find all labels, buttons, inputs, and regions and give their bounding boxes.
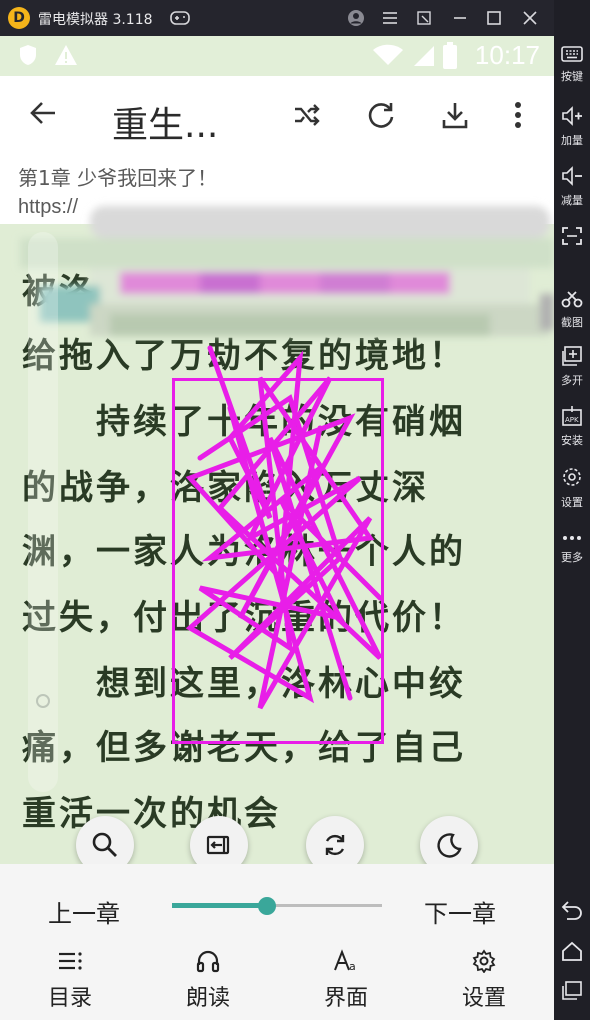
back-icon (561, 901, 582, 920)
moon-icon (437, 833, 462, 858)
status-bar: 10:17 (0, 36, 554, 76)
settings-icon (563, 468, 581, 486)
progress-slider-fill (172, 903, 267, 908)
home-icon (562, 941, 582, 961)
menu-label: 设置 (461, 986, 506, 1011)
shuffle-icon (295, 104, 320, 126)
fullscreen-icon (562, 227, 582, 245)
scrawl-scribble (185, 345, 383, 710)
emulator-logo: D (8, 7, 30, 29)
apk-icon: APK (562, 406, 582, 426)
download-icon (442, 103, 468, 129)
menu-label: 朗读 (185, 986, 230, 1011)
sidebar-settings[interactable]: 设置 (554, 466, 590, 510)
status-time: 10:17 (474, 40, 540, 70)
sidebar-install-apk[interactable]: APK 安装 (554, 406, 590, 448)
app-bar (0, 76, 554, 158)
close-icon[interactable] (520, 8, 540, 28)
refresh-icon (368, 103, 394, 128)
keyboard-icon (561, 46, 583, 62)
sidebar-multi-instance[interactable]: 多开 (554, 346, 590, 388)
exit-icon (206, 835, 230, 855)
shield-icon (20, 45, 36, 65)
more-vert-icon (515, 102, 521, 128)
menu-contents[interactable]: 目录 (30, 946, 110, 1012)
menu-settings[interactable]: 设置 (444, 946, 524, 1012)
sidebar-volume-up[interactable]: 加量 (554, 106, 590, 148)
more-icon (563, 536, 581, 540)
sidebar-label: 更多 (561, 551, 583, 564)
scroll-handle-knob (36, 694, 50, 708)
multi-instance-icon (562, 346, 582, 366)
sidebar-label: 按键 (561, 70, 583, 83)
svg-text:a: a (349, 960, 356, 973)
prev-chapter-button[interactable]: 上一章 (48, 894, 120, 929)
signal-icon (414, 46, 434, 66)
menu-interface[interactable]: a 界面 (306, 946, 386, 1012)
restore-icon[interactable] (414, 8, 434, 28)
gear-icon (472, 949, 496, 973)
sidebar-label: 截图 (561, 316, 583, 329)
progress-slider-thumb[interactable] (258, 897, 276, 915)
menu-label: 界面 (323, 986, 368, 1011)
android-home-button[interactable] (554, 940, 590, 966)
volume-down-icon (562, 166, 582, 186)
sidebar-volume-down[interactable]: 减量 (554, 166, 590, 208)
book-title: 重生... (112, 105, 219, 146)
android-screen: 10:17 重生... 第1章 少爷我回来了！ https:// 被洛 给拖入了… (0, 36, 554, 1020)
emulator-titlebar: D 雷电模拟器 3.118 (0, 0, 590, 36)
volume-up-icon (562, 106, 582, 126)
recents-icon (562, 981, 582, 1000)
scroll-handle[interactable] (28, 232, 58, 792)
refresh-button[interactable] (366, 100, 398, 132)
maximize-icon[interactable] (484, 8, 504, 28)
sidebar-label: 减量 (561, 194, 583, 207)
more-options-button[interactable] (508, 100, 528, 132)
gamepad-icon[interactable] (170, 8, 190, 28)
sidebar-screenshot[interactable]: 截图 (554, 290, 590, 330)
back-arrow-icon (30, 102, 55, 124)
emulator-title: 雷电模拟器 3.118 (38, 12, 153, 28)
account-icon[interactable] (346, 8, 366, 28)
wifi-icon (373, 44, 403, 65)
sidebar-keyboard[interactable]: 按键 (554, 46, 590, 84)
sidebar-label: 多开 (561, 374, 583, 387)
shuffle-button[interactable] (292, 100, 324, 132)
svg-text:APK: APK (565, 416, 579, 424)
android-back-button[interactable] (554, 898, 590, 924)
download-button[interactable] (440, 100, 472, 132)
next-chapter-button[interactable]: 下一章 (424, 894, 496, 929)
back-button[interactable] (28, 98, 62, 132)
list-icon (59, 952, 82, 970)
sidebar-more[interactable]: 更多 (554, 528, 590, 565)
android-recents-button[interactable] (554, 980, 590, 1006)
emulator-sidebar (554, 0, 590, 1020)
menu-label: 目录 (47, 986, 92, 1011)
auto-icon (325, 834, 345, 856)
headphones-icon (196, 950, 220, 973)
battery-icon (443, 42, 457, 69)
warning-icon (55, 45, 77, 65)
sidebar-label: 加量 (561, 134, 583, 147)
sidebar-label: 设置 (561, 496, 583, 509)
minimize-icon[interactable] (450, 8, 470, 28)
scissors-icon (561, 291, 583, 308)
sidebar-fullscreen[interactable] (554, 226, 590, 250)
sidebar-label: 安装 (561, 434, 583, 447)
font-icon: a (334, 949, 356, 973)
menu-icon[interactable] (380, 8, 400, 28)
menu-read-aloud[interactable]: 朗读 (168, 946, 248, 1012)
search-icon (92, 832, 117, 857)
